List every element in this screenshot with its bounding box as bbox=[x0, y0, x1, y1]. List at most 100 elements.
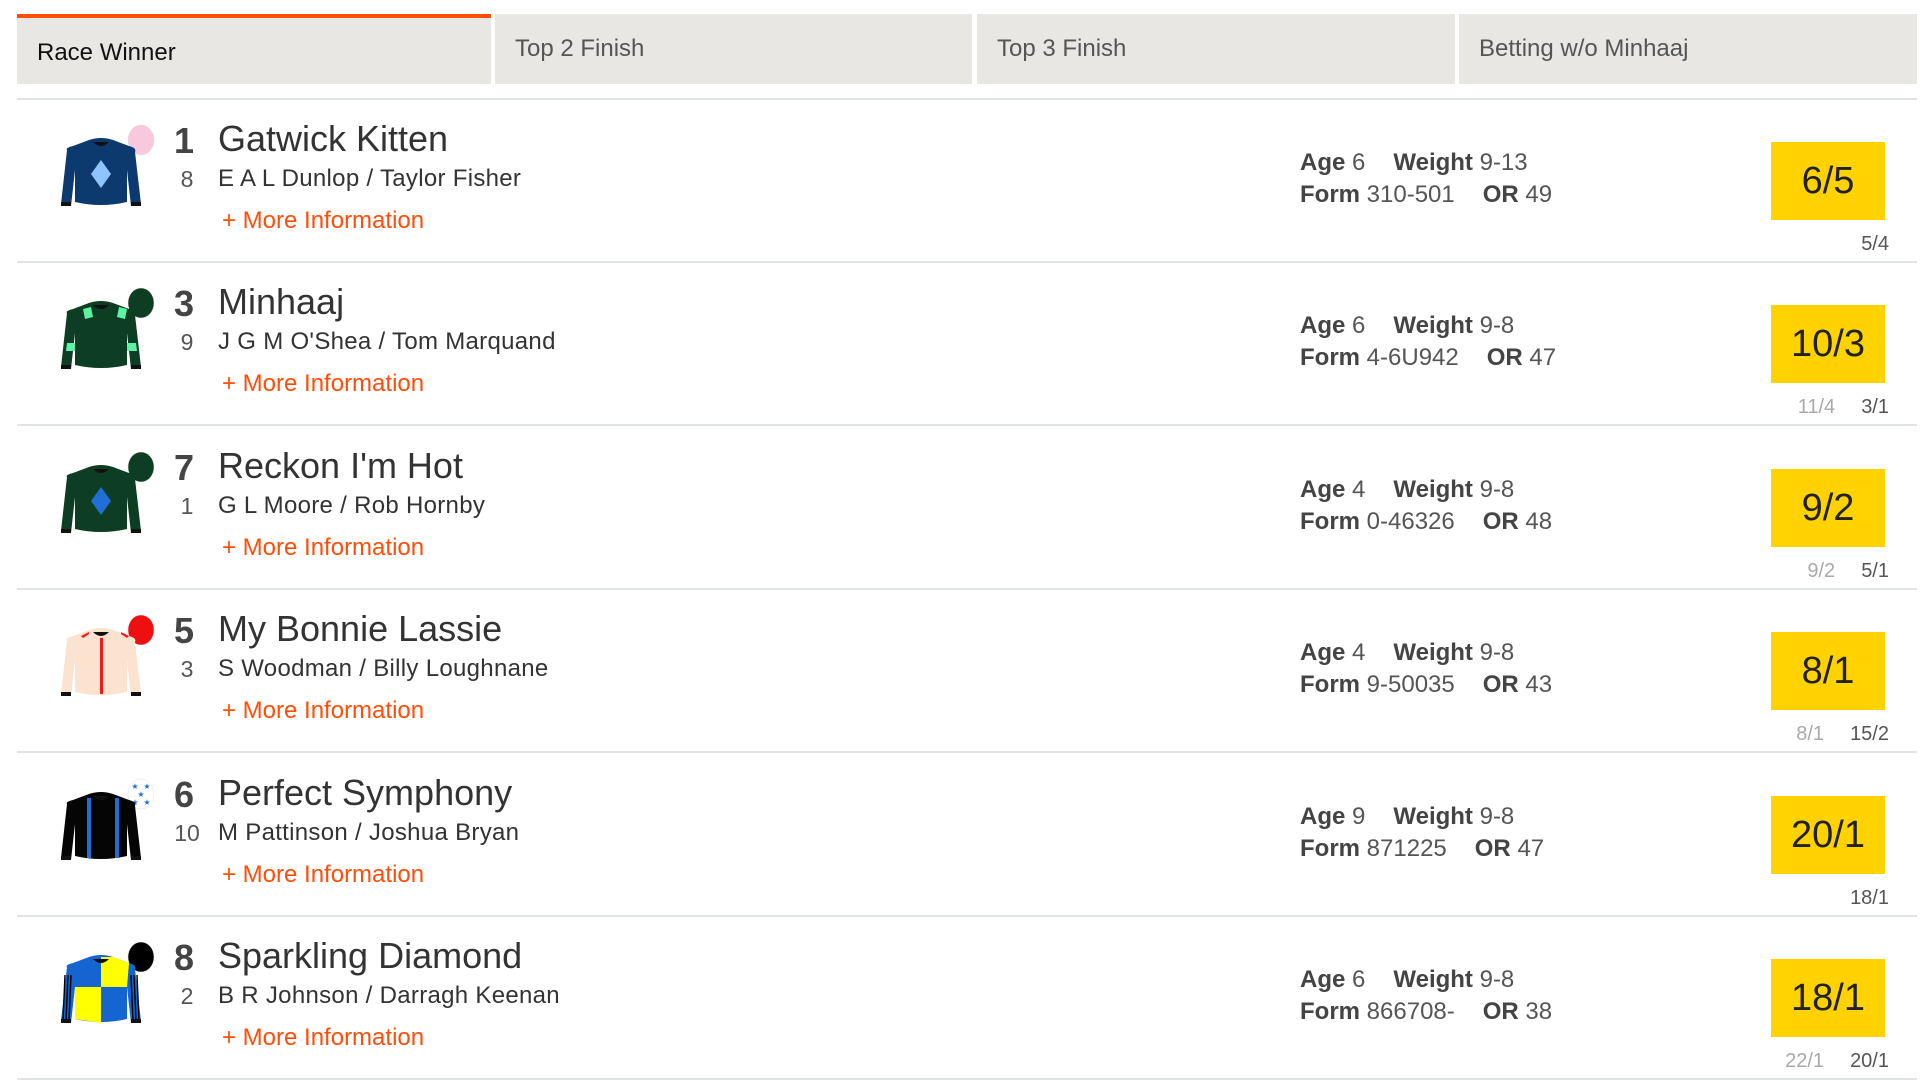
runner-row: ★ ★ ★ ★ ★ 6 Perfect Symphony 10 M Pattinson … bbox=[17, 754, 1917, 917]
previous-price: 5/4 bbox=[1861, 233, 1889, 255]
runner-stats: Age 4 Weight 9-8 Form 0-46326 OR 48 bbox=[1300, 474, 1552, 538]
age-value: 9 bbox=[1352, 803, 1366, 830]
form-label: Form bbox=[1300, 344, 1360, 371]
runner-row: 5 My Bonnie Lassie 3 S Woodman / Billy L… bbox=[17, 590, 1917, 753]
weight-value: 9-8 bbox=[1479, 639, 1515, 666]
weight-value: 9-8 bbox=[1479, 803, 1515, 830]
form-label: Form bbox=[1300, 671, 1360, 698]
runner-row: 1 Gatwick Kitten 8 E A L Dunlop / Taylor… bbox=[17, 100, 1917, 263]
tab-label: Top 2 Finish bbox=[515, 35, 645, 62]
jockey-silk-cream-red-braces-icon bbox=[61, 614, 155, 696]
row-divider bbox=[17, 424, 1917, 426]
form-value: 871225 bbox=[1366, 835, 1447, 862]
form-value: 0-46326 bbox=[1366, 508, 1455, 535]
tab-betting-without[interactable]: Betting w/o Minhaaj bbox=[1459, 14, 1917, 84]
or-label: OR bbox=[1482, 508, 1519, 535]
weight-value: 9-8 bbox=[1479, 476, 1515, 503]
weight-label: Weight bbox=[1393, 476, 1473, 503]
form-label: Form bbox=[1300, 181, 1360, 208]
more-information-link[interactable]: + More Information bbox=[222, 1024, 424, 1052]
more-information-link[interactable]: + More Information bbox=[222, 697, 424, 725]
price-history: 8/1 15/2 bbox=[1796, 723, 1889, 746]
trainer-jockey: G L Moore / Rob Hornby bbox=[218, 492, 486, 519]
trainer-jockey: J G M O'Shea / Tom Marquand bbox=[218, 328, 556, 355]
stall-draw: 9 bbox=[180, 329, 194, 355]
svg-text:★: ★ bbox=[143, 798, 150, 807]
previous-price-old: 22/1 bbox=[1785, 1050, 1825, 1072]
trainer-jockey: B R Johnson / Darragh Keenan bbox=[218, 982, 560, 1009]
tab-top-3-finish[interactable]: Top 3 Finish bbox=[977, 14, 1455, 84]
form-value: 866708- bbox=[1366, 998, 1455, 1025]
price-history: 18/1 bbox=[1850, 887, 1889, 910]
runner-stats: Age 9 Weight 9-8 Form 871225 OR 47 bbox=[1300, 801, 1544, 865]
market-tabs: Race Winner Top 2 Finish Top 3 Finish Be… bbox=[17, 14, 1917, 84]
previous-price-old: 9/2 bbox=[1807, 560, 1836, 582]
odds-button[interactable]: 6/5 bbox=[1771, 142, 1885, 220]
odds-value: 10/3 bbox=[1791, 322, 1865, 365]
jockey-silk-blue-yellow-quartered-striped-sleeves-icon bbox=[61, 941, 155, 1023]
form-value: 310-501 bbox=[1366, 181, 1455, 208]
previous-price: 5/1 bbox=[1861, 560, 1889, 582]
weight-label: Weight bbox=[1393, 149, 1473, 176]
or-label: OR bbox=[1482, 998, 1519, 1025]
runner-number: 7 bbox=[174, 447, 195, 488]
weight-label: Weight bbox=[1393, 639, 1473, 666]
age-label: Age bbox=[1300, 312, 1346, 339]
age-label: Age bbox=[1300, 803, 1346, 830]
price-history: 9/2 5/1 bbox=[1807, 560, 1889, 583]
odds-value: 18/1 bbox=[1791, 976, 1865, 1019]
age-label: Age bbox=[1300, 639, 1346, 666]
row-divider bbox=[17, 751, 1917, 753]
horse-name-link[interactable]: My Bonnie Lassie bbox=[218, 608, 502, 650]
tab-label: Betting w/o Minhaaj bbox=[1479, 35, 1689, 62]
odds-button[interactable]: 8/1 bbox=[1771, 632, 1885, 710]
odds-button[interactable]: 20/1 bbox=[1771, 796, 1885, 874]
runner-number: 3 bbox=[174, 283, 195, 324]
tab-race-winner[interactable]: Race Winner bbox=[17, 14, 491, 84]
age-label: Age bbox=[1300, 476, 1346, 503]
runner-number: 6 bbox=[174, 774, 195, 815]
more-information-link[interactable]: + More Information bbox=[222, 534, 424, 562]
runner-stats: Age 6 Weight 9-8 Form 4-6U942 OR 47 bbox=[1300, 310, 1556, 374]
previous-price: 20/1 bbox=[1850, 1050, 1889, 1072]
or-value: 43 bbox=[1525, 671, 1553, 698]
odds-button[interactable]: 9/2 bbox=[1771, 469, 1885, 547]
horse-name-link[interactable]: Perfect Symphony bbox=[218, 772, 512, 814]
price-history: 5/4 bbox=[1861, 233, 1889, 256]
horse-name-link[interactable]: Sparkling Diamond bbox=[218, 935, 522, 977]
jockey-silk-navy-light-blue-diamond-icon bbox=[61, 124, 155, 206]
runner-row: 8 Sparkling Diamond 2 B R Johnson / Darr… bbox=[17, 917, 1917, 1080]
tab-label: Race Winner bbox=[37, 39, 176, 66]
stall-draw: 1 bbox=[180, 493, 194, 519]
tab-label: Top 3 Finish bbox=[997, 35, 1127, 62]
form-value: 4-6U942 bbox=[1366, 344, 1459, 371]
more-information-link[interactable]: + More Information bbox=[222, 207, 424, 235]
more-information-link[interactable]: + More Information bbox=[222, 861, 424, 889]
form-label: Form bbox=[1300, 998, 1360, 1025]
horse-name-link[interactable]: Reckon I'm Hot bbox=[218, 445, 463, 487]
odds-button[interactable]: 10/3 bbox=[1771, 305, 1885, 383]
runner-number: 8 bbox=[174, 937, 195, 978]
or-label: OR bbox=[1482, 671, 1519, 698]
or-value: 47 bbox=[1529, 344, 1557, 371]
age-value: 6 bbox=[1352, 312, 1366, 339]
or-label: OR bbox=[1482, 181, 1519, 208]
horse-name-link[interactable]: Gatwick Kitten bbox=[218, 118, 448, 160]
stall-draw: 3 bbox=[180, 656, 194, 682]
horse-name-link[interactable]: Minhaaj bbox=[218, 281, 344, 323]
runner-stats: Age 6 Weight 9-13 Form 310-501 OR 49 bbox=[1300, 147, 1552, 211]
previous-price: 3/1 bbox=[1861, 396, 1889, 418]
age-value: 6 bbox=[1352, 149, 1366, 176]
trainer-jockey: M Pattinson / Joshua Bryan bbox=[218, 819, 520, 846]
weight-label: Weight bbox=[1393, 312, 1473, 339]
weight-value: 9-8 bbox=[1479, 312, 1515, 339]
previous-price-old: 8/1 bbox=[1796, 723, 1825, 745]
more-information-link[interactable]: + More Information bbox=[222, 370, 424, 398]
odds-button[interactable]: 18/1 bbox=[1771, 959, 1885, 1037]
tab-top-2-finish[interactable]: Top 2 Finish bbox=[495, 14, 972, 84]
odds-value: 8/1 bbox=[1801, 649, 1855, 692]
or-value: 49 bbox=[1525, 181, 1553, 208]
price-history: 11/4 3/1 bbox=[1798, 396, 1889, 419]
age-value: 6 bbox=[1352, 966, 1366, 993]
jockey-silk-dark-green-mint-epaulets-armlets-icon bbox=[61, 287, 155, 369]
